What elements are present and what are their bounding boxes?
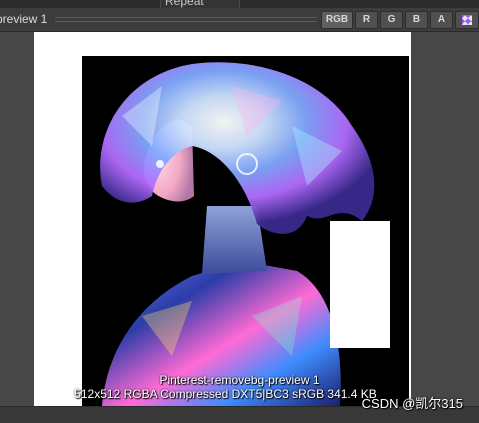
channel-g-button[interactable]: G	[380, 11, 403, 29]
checkerboard-toggle-button[interactable]	[455, 11, 479, 29]
channel-b-button[interactable]: B	[405, 11, 428, 29]
channel-a-button[interactable]: A	[430, 11, 453, 29]
preview-title: preview 1	[0, 12, 48, 26]
drag-handle[interactable]	[55, 17, 317, 22]
repeat-label: Repeat	[165, 0, 204, 8]
channel-r-button[interactable]: R	[355, 11, 378, 29]
repeat-dropdown[interactable]: Repeat	[160, 0, 240, 8]
checkerboard-icon	[462, 15, 472, 25]
texture-preview-viewport[interactable]: Pinterest-removebg-preview 1 512x512 RGB…	[0, 32, 479, 406]
top-toolbar-strip: Repeat	[0, 0, 479, 8]
channel-rgb-button[interactable]: RGB	[321, 11, 353, 29]
preview-header: preview 1 RGB R G B A	[0, 8, 479, 32]
asset-name-label: Pinterest-removebg-preview 1	[159, 373, 320, 387]
transparent-region-patch	[330, 221, 390, 348]
watermark-text: CSDN @凯尔315	[361, 396, 463, 411]
